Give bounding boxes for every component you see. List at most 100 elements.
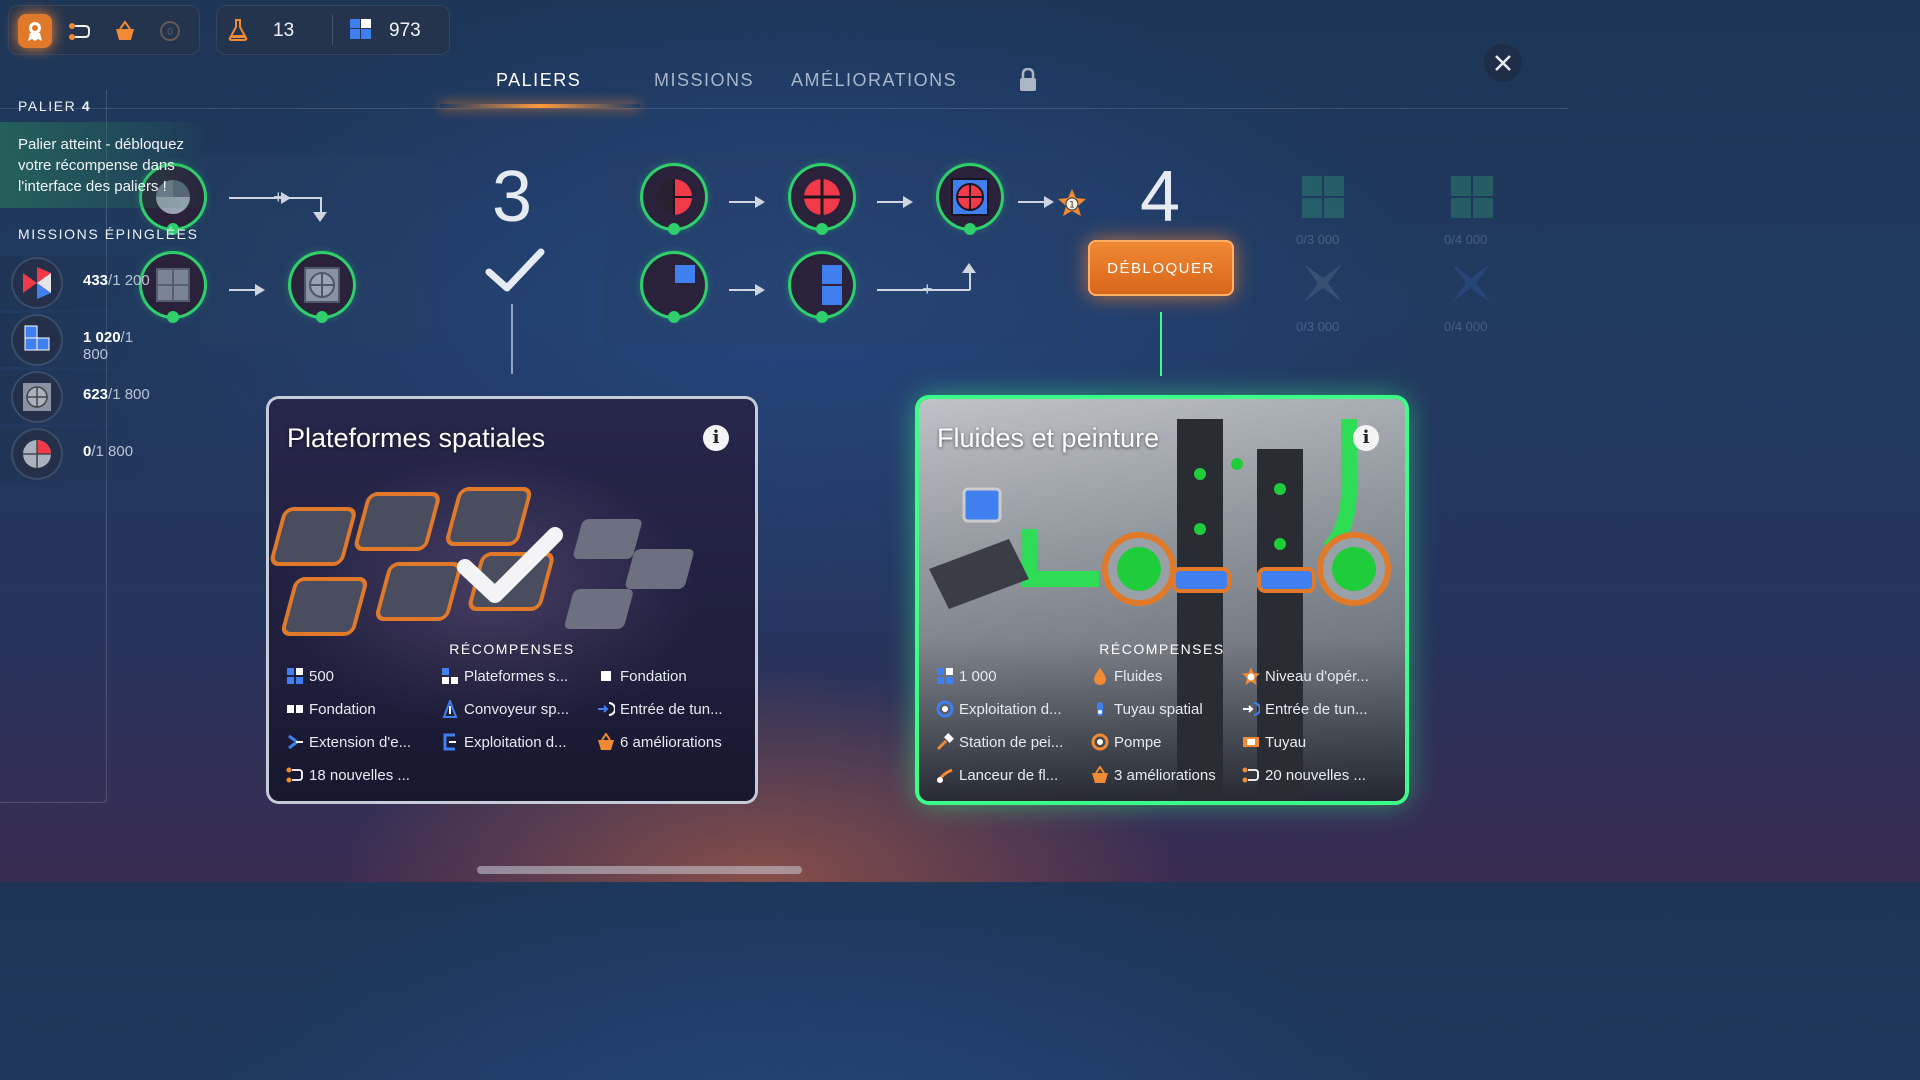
rewards-heading: RÉCOMPENSES <box>449 641 575 657</box>
milestone-node[interactable] <box>939 166 1001 235</box>
locked-progress: 0/3 000 <box>1296 319 1340 334</box>
reward-card-fluides[interactable]: Fluides et peinture i RÉCOMPENSES 1 000 … <box>919 399 1405 801</box>
operator-icon[interactable]: 0 <box>153 14 187 48</box>
completed-check-icon <box>483 246 547 301</box>
pinned-mission[interactable]: 1 020/1 800 <box>0 313 150 367</box>
reward-item: Pompe <box>1091 733 1162 751</box>
milestone-node[interactable] <box>791 166 853 235</box>
locked-progress: 0/4 000 <box>1444 319 1488 334</box>
reward-item: Entrée de tun... <box>597 700 723 718</box>
shapes-count: 973 <box>389 20 421 41</box>
locked-progress: 0/4 000 <box>1444 232 1488 247</box>
reward-item: Fondation <box>597 667 687 685</box>
mission-shape-icon <box>13 259 61 307</box>
reward-item: 20 nouvelles ... <box>1242 766 1366 784</box>
reward-item: 500 <box>286 667 334 685</box>
reward-item: 18 nouvelles ... <box>286 766 410 784</box>
svg-text:1: 1 <box>1069 201 1075 211</box>
milestone-node[interactable] <box>791 254 853 323</box>
connector-arrow <box>962 263 976 273</box>
paint-station-icon <box>936 733 954 751</box>
plus-icon: + <box>273 187 284 207</box>
conveyor-icon <box>442 700 458 718</box>
locked-node-icon <box>1300 174 1346 225</box>
reward-item: Exploitation d... <box>441 733 567 751</box>
tier3-panel <box>200 155 430 345</box>
mission-shape-icon <box>13 373 61 421</box>
pump-icon <box>1091 733 1109 751</box>
close-button[interactable] <box>1484 44 1522 82</box>
lock-icon[interactable] <box>1018 67 1038 97</box>
connector <box>729 196 765 208</box>
reward-item: Lanceur de fl... <box>936 766 1058 784</box>
path-icon <box>1242 767 1259 783</box>
milestone-node[interactable] <box>643 254 705 323</box>
reward-item: Tuyau <box>1242 733 1306 751</box>
path-icon[interactable] <box>63 14 97 48</box>
milestone-node[interactable] <box>643 166 705 235</box>
reward-item: Plateformes s... <box>441 667 568 685</box>
shapes-icon <box>287 668 303 684</box>
mission-progress: 0/1 800 <box>83 443 134 460</box>
unlock-button[interactable]: DÉBLOQUER <box>1088 240 1234 296</box>
basket-icon[interactable] <box>108 14 142 48</box>
horizontal-scrollbar[interactable] <box>477 866 802 874</box>
extractor-icon <box>443 733 456 751</box>
operator-level-icon: 1 <box>1057 188 1087 223</box>
info-icon[interactable]: i <box>1353 425 1379 451</box>
completed-check-icon <box>455 527 565 612</box>
resources-bar: 13 973 <box>216 5 450 55</box>
platform-icon <box>442 668 458 684</box>
tier-3-number: 3 <box>492 157 533 237</box>
reward-item: Station de pei... <box>936 733 1063 751</box>
svg-text:0: 0 <box>167 27 173 38</box>
info-icon[interactable]: i <box>703 425 729 451</box>
reward-item: Niveau d'opér... <box>1242 667 1369 685</box>
palier-message: Palier atteint - débloquez votre récompe… <box>0 122 210 208</box>
connector <box>229 284 265 296</box>
reward-item: Convoyeur sp... <box>441 700 569 718</box>
milestone-node[interactable] <box>142 254 204 323</box>
reward-item: 3 améliorations <box>1091 766 1216 784</box>
tabs-divider <box>0 108 1568 109</box>
pinned-mission[interactable]: 433/1 200 <box>0 256 150 310</box>
active-tab-indicator <box>440 104 640 108</box>
pinned-mission[interactable]: 623/1 800 <box>0 370 150 424</box>
tunnel-icon <box>598 702 615 716</box>
path-icon <box>286 767 303 783</box>
connector-arrow <box>313 212 327 222</box>
reward-card-plateformes[interactable]: Plateformes spatiales i RÉCOMPENSES 500 … <box>269 399 755 801</box>
reward-item: Entrée de tun... <box>1242 700 1368 718</box>
connector <box>877 196 913 208</box>
connector <box>729 284 765 296</box>
reward-item: Tuyau spatial <box>1091 700 1203 718</box>
basket-icon <box>1092 766 1108 783</box>
connector <box>289 197 321 199</box>
tunnel-icon <box>1243 702 1260 716</box>
mission-progress: 433/1 200 <box>83 272 150 289</box>
extractor-icon <box>936 700 954 718</box>
tab-missions[interactable]: MISSIONS <box>654 70 754 91</box>
locked-node-icon <box>1302 262 1344 309</box>
launcher-icon <box>936 768 953 783</box>
mission-shape-icon <box>13 430 61 478</box>
plus-icon: + <box>922 279 933 299</box>
reward-item: 1 000 <box>936 667 997 685</box>
tab-ameliorations[interactable]: AMÉLIORATIONS <box>791 70 957 91</box>
foundation-icon <box>601 671 611 681</box>
shapes-icon <box>937 668 953 684</box>
locked-node-icon <box>1449 174 1495 225</box>
space-pipe-icon <box>1097 702 1103 716</box>
milestone-node[interactable] <box>291 254 353 323</box>
flask-icon <box>226 18 250 47</box>
tab-paliers[interactable]: PALIERS <box>496 70 581 91</box>
pinned-mission[interactable]: 0/1 800 <box>0 427 150 481</box>
locked-progress: 0/3 000 <box>1296 232 1340 247</box>
shapes-icon <box>349 18 373 47</box>
reward-item: Fondation <box>286 700 376 718</box>
mission-progress: 623/1 800 <box>83 386 150 403</box>
close-icon <box>1495 55 1511 71</box>
medal-icon[interactable] <box>18 14 52 48</box>
tier4-line <box>1160 312 1162 376</box>
palier-heading: PALIER 4 <box>18 98 92 114</box>
